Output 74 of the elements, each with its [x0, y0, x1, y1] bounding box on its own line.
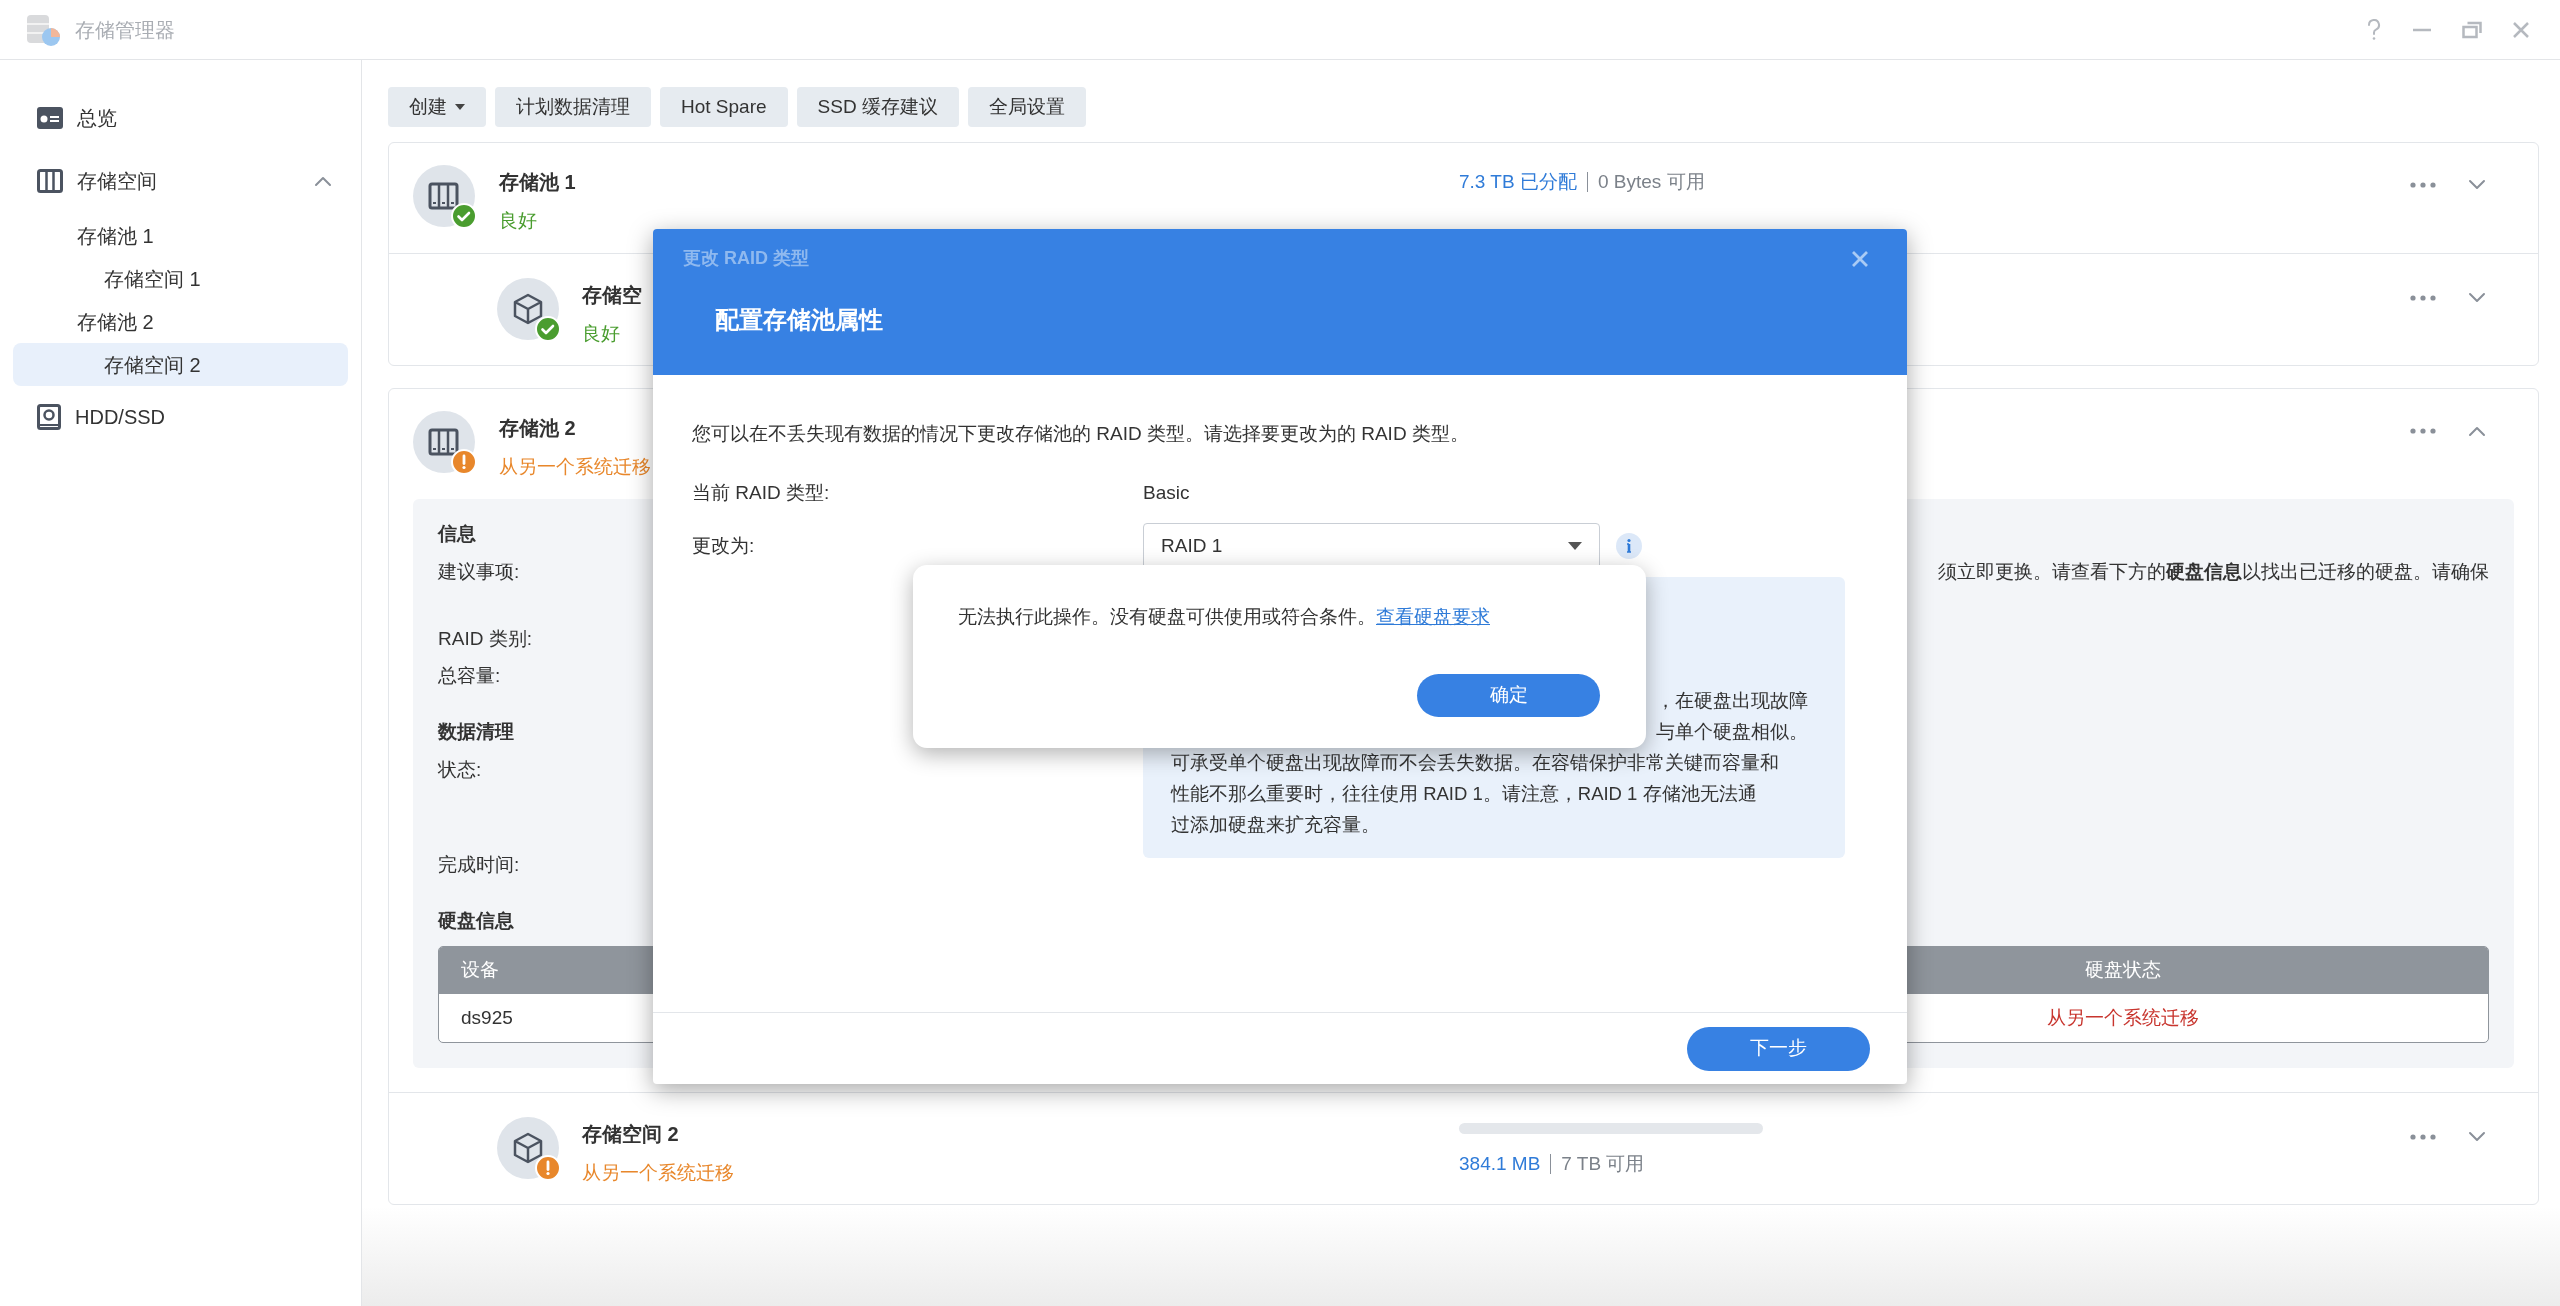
sidebar-item[interactable]: 存储空间 — [13, 156, 348, 206]
section-heading: 硬盘信息 — [438, 909, 514, 934]
expand-chevron-icon[interactable] — [2468, 292, 2486, 304]
more-options-icon[interactable] — [2410, 182, 2436, 188]
storage-columns-icon — [37, 169, 63, 193]
field-label: 完成时间: — [438, 853, 520, 877]
disk-requirements-link[interactable]: 查看硬盘要求 — [1376, 602, 1490, 632]
field-label: 建议事项: — [438, 560, 520, 584]
volume-status: 良好 — [582, 322, 621, 346]
volume-name: 存储空 — [582, 283, 642, 308]
minimize-icon[interactable] — [2412, 27, 2432, 32]
capacity-used-text: 384.1 MB — [1459, 1152, 1541, 1176]
volume-name: 存储空间 2 — [582, 1122, 680, 1147]
table-cell-text: 从另一个系统迁移 — [2046, 1005, 2200, 1030]
column-header: 硬盘状态 — [2084, 958, 2162, 983]
close-icon[interactable] — [1851, 250, 1869, 268]
pool-name: 存储池 1 — [499, 170, 576, 195]
restore-icon[interactable] — [2462, 20, 2482, 39]
sidebar-item-label: 总览 — [77, 106, 117, 131]
toolbar-button[interactable]: 创建 — [388, 87, 486, 127]
pool-status: 良好 — [499, 209, 538, 233]
field-label: 当前 RAID 类型: — [692, 480, 831, 505]
collapse-chevron-icon[interactable] — [2468, 425, 2486, 437]
info-text-line: 可承受单个硬盘出现故障而不会丢失数据。在容错保护非常关键而容量和 — [1171, 752, 1779, 773]
overview-card-icon — [37, 107, 63, 129]
field-value: Basic — [1143, 480, 1190, 505]
sidebar-item-label: 存储空间 — [77, 169, 157, 194]
sidebar-item[interactable]: 存储池 1 — [13, 214, 348, 257]
more-options-icon[interactable] — [2410, 295, 2436, 301]
volume-status: 从另一个系统迁移 — [582, 1161, 734, 1185]
collapse-chevron-icon[interactable] — [314, 175, 332, 187]
field-label: 更改为: — [692, 533, 756, 558]
window-title: 存储管理器 — [75, 17, 175, 43]
sidebar-item[interactable]: 存储池 2 — [13, 300, 348, 343]
caret-icon — [1568, 542, 1582, 550]
help-icon[interactable] — [2366, 18, 2382, 41]
info-icon[interactable] — [1616, 533, 1642, 559]
sidebar-item-label: HDD/SSD — [75, 405, 165, 430]
ok-button[interactable]: 确定 — [1417, 674, 1600, 717]
dialog-title: 更改 RAID 类型 — [683, 246, 809, 270]
sidebar-item[interactable]: 总览 — [13, 93, 348, 143]
next-button[interactable]: 下一步 — [1687, 1026, 1870, 1071]
more-options-icon[interactable] — [2410, 1134, 2436, 1140]
info-text-line: 过添加硬盘来扩充容量。 — [1171, 814, 1380, 835]
toolbar-button[interactable]: 计划数据清理 — [495, 87, 651, 127]
toolbar-button[interactable]: 全局设置 — [967, 87, 1086, 127]
field-label: 总容量: — [438, 664, 501, 688]
advice-text: 须立即更换。请查看下方的硬盘信息以找出已迁移的硬盘。请确保 — [1938, 560, 2489, 584]
alert-message: 无法执行此操作。没有硬盘可供使用或符合条件。 — [958, 604, 1376, 629]
capacity-free-text: 0 Bytes 可用 — [1597, 170, 1705, 194]
toolbar-button[interactable]: Hot Spare — [660, 87, 788, 127]
column-header: 设备 — [460, 958, 499, 983]
field-label: RAID 类别: — [438, 627, 532, 651]
sidebar-item[interactable]: 存储空间 1 — [13, 257, 348, 300]
capacity-used-text: 7.3 TB 已分配 — [1459, 170, 1577, 194]
info-text-line: 性能不那么重要时，往往使用 RAID 1。请注意，RAID 1 存储池无法通 — [1171, 783, 1757, 804]
pool-status: 从另一个系统迁移 — [499, 455, 651, 479]
capacity-free-text: 7 TB 可用 — [1561, 1152, 1645, 1176]
table-cell-text: ds925 — [460, 1005, 513, 1030]
info-text-line: 与单个硬盘相似。 — [1656, 721, 1808, 742]
section-heading: 信息 — [438, 522, 476, 547]
dialog-heading: 配置存储池属性 — [715, 305, 883, 335]
info-text-line: ，在硬盘出现故障 — [1656, 690, 1808, 711]
sidebar-item[interactable]: HDD/SSD — [13, 392, 348, 442]
toolbar-button[interactable]: SSD 缓存建议 — [796, 87, 959, 127]
expand-chevron-icon[interactable] — [2468, 179, 2486, 191]
section-heading: 数据清理 — [438, 720, 514, 745]
close-icon[interactable] — [2512, 20, 2530, 39]
more-options-icon[interactable] — [2410, 428, 2436, 434]
expand-chevron-icon[interactable] — [2468, 1131, 2486, 1143]
sidebar-item[interactable]: 存储空间 2 — [13, 343, 348, 386]
dialog-description: 您可以在不丢失现有数据的情况下更改存储池的 RAID 类型。请选择要更改为的 RAID 类型。 — [692, 421, 1469, 446]
field-label: 状态: — [438, 758, 482, 782]
pool-name: 存储池 2 — [499, 416, 577, 441]
